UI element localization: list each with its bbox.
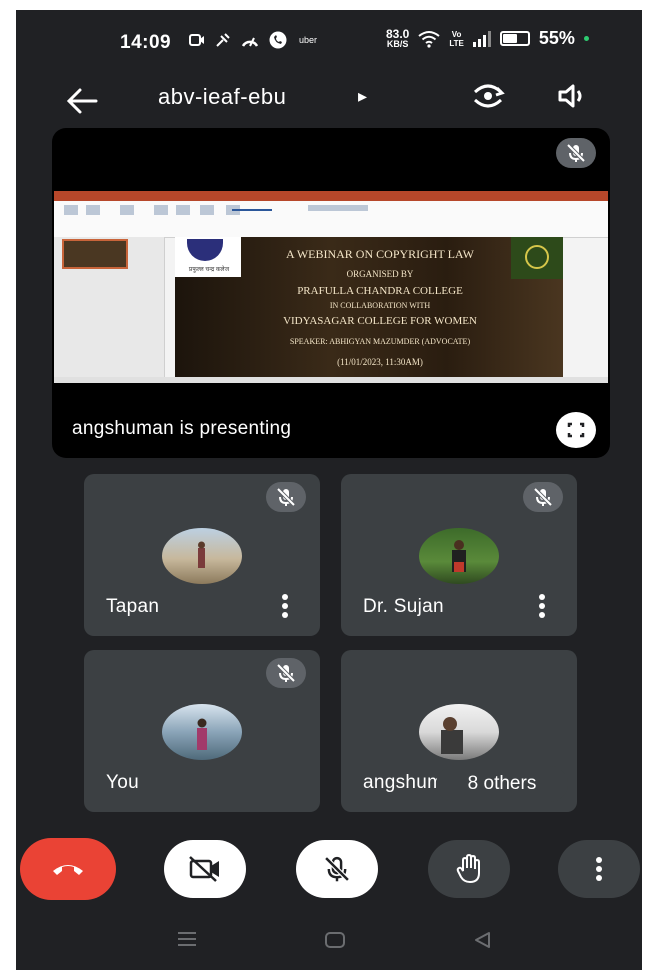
avatar	[419, 704, 499, 760]
back-nav-icon[interactable]	[472, 930, 492, 950]
avatar	[162, 528, 242, 584]
meeting-details-caret-icon[interactable]: ▸	[358, 86, 367, 107]
mic-off-icon	[533, 487, 553, 507]
participant-mute-badge	[266, 658, 306, 688]
tool-icon	[216, 33, 230, 47]
network-speed-value: 83.0	[386, 26, 410, 41]
camera-off-icon	[189, 856, 219, 882]
home-icon[interactable]	[324, 930, 346, 950]
network-speed: 83.0 KB/S	[386, 26, 410, 49]
participant-mute-badge	[523, 482, 563, 512]
status-right: 83.0 KB/S Vo LTE 55%	[386, 28, 589, 49]
powerpoint-title-bar	[54, 191, 608, 201]
college-logo-caption: प्रफुल्ल चन्द्र कलेज	[188, 267, 230, 273]
shared-screen: प्रफुल्ल चन्द्र कलेज A WEBINAR ON COPYRI…	[54, 191, 608, 383]
mic-off-icon	[276, 663, 296, 683]
more-options-icon[interactable]	[539, 594, 545, 618]
participant-tile-you[interactable]: You	[84, 650, 320, 812]
participant-name: Tapan	[106, 596, 160, 617]
presenting-label: angshuman is presenting	[72, 418, 292, 439]
presentation-mute-badge	[556, 138, 596, 168]
slide-line-date: (11/01/2023, 11:30AM)	[337, 357, 423, 367]
more-options-button[interactable]	[558, 840, 640, 898]
powerpoint-ribbon	[54, 201, 608, 238]
status-time: 14:09	[120, 32, 172, 53]
slide-line-collab: IN COLLABORATION WITH	[329, 301, 431, 310]
notification-icons: uber	[189, 30, 317, 50]
switch-camera-icon[interactable]	[470, 78, 506, 114]
battery-percent: 55%	[538, 28, 575, 48]
end-call-button[interactable]	[20, 838, 116, 900]
slide-thumbnails	[54, 237, 165, 377]
partner-seal	[511, 237, 563, 279]
slide-line-partner: VIDYASAGAR COLLEGE FOR WOMEN	[283, 315, 477, 327]
avatar	[419, 528, 499, 584]
volte-top: Vo	[451, 29, 462, 39]
battery-icon	[499, 31, 530, 46]
mic-off-icon	[566, 143, 586, 163]
more-options-icon	[596, 857, 602, 881]
speed-icon	[241, 37, 259, 47]
fullscreen-icon	[567, 422, 585, 438]
participant-name: You	[106, 772, 139, 793]
mic-toggle-button[interactable]	[296, 840, 378, 898]
participant-name: Dr. Sujan	[363, 596, 444, 617]
recents-icon[interactable]	[176, 930, 198, 948]
phone-icon	[269, 31, 287, 49]
camera-toggle-button[interactable]	[164, 840, 246, 898]
meeting-code[interactable]: abv-ieaf-ebu	[158, 84, 286, 110]
end-call-icon	[53, 865, 83, 875]
network-speed-unit: KB/S	[386, 38, 409, 49]
slide-line-title: A WEBINAR ON COPYRIGHT LAW	[286, 247, 474, 261]
volte-bottom: LTE	[449, 38, 464, 48]
presentation-tile[interactable]: प्रफुल्ल चन्द्र कलेज A WEBINAR ON COPYRI…	[52, 128, 610, 458]
slide-line-speaker: SPEAKER: ABHIGYAN MAZUMDER (ADVOCATE)	[289, 337, 471, 346]
wifi-icon	[418, 30, 440, 48]
current-slide: प्रफुल्ल चन्द्र कलेज A WEBINAR ON COPYRI…	[175, 237, 563, 377]
slide-thumbnail	[62, 239, 128, 269]
fullscreen-button[interactable]	[556, 412, 596, 448]
slide-line-college: PRAFULLA CHANDRA COLLEGE	[297, 285, 463, 297]
others-button[interactable]: 8 others	[436, 766, 568, 802]
privacy-dot-icon	[583, 36, 589, 41]
status-bar: 14:09 uber 83.0 KB/S Vo LTE 55%	[16, 10, 642, 72]
raise-hand-button[interactable]	[428, 840, 510, 898]
participant-tile-tapan[interactable]: Tapan	[84, 474, 320, 636]
participant-mute-badge	[266, 482, 306, 512]
raise-hand-icon	[456, 853, 480, 884]
volte-indicator: Vo LTE	[449, 30, 464, 48]
mic-off-icon	[324, 856, 350, 882]
powerpoint-status-bar	[54, 377, 608, 383]
signal-icon	[472, 30, 491, 47]
system-nav-bar	[16, 910, 642, 970]
participant-tile-dr-sujan[interactable]: Dr. Sujan	[341, 474, 577, 636]
more-options-icon[interactable]	[282, 594, 288, 618]
back-arrow-icon[interactable]	[66, 86, 98, 116]
avatar	[162, 704, 242, 760]
mic-off-icon	[276, 487, 296, 507]
uber-label: uber	[299, 35, 318, 45]
screen-record-icon	[189, 34, 204, 46]
slide-line-organised: ORGANISED BY	[346, 269, 414, 279]
college-logo: प्रफुल्ल चन्द्र कलेज	[175, 237, 241, 277]
phone-screen: 14:09 uber 83.0 KB/S Vo LTE 55% abv-ieaf…	[16, 10, 642, 970]
speaker-icon[interactable]	[556, 80, 590, 112]
meeting-top-bar: abv-ieaf-ebu ▸	[16, 72, 642, 130]
